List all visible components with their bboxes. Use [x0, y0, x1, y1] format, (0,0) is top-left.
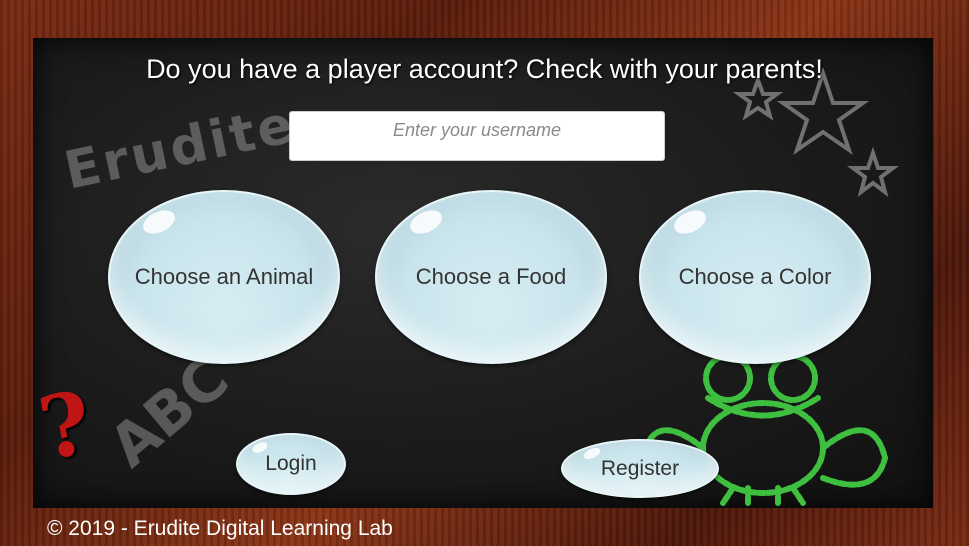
choose-color-label: Choose a Color — [678, 264, 832, 289]
choose-food-button[interactable]: Choose a Food — [375, 190, 607, 364]
page-title: Do you have a player account? Check with… — [146, 54, 823, 84]
choose-food-label: Choose a Food — [415, 264, 567, 289]
choose-animal-label: Choose an Animal — [134, 264, 314, 289]
chalk-abc-text: ABC — [96, 343, 242, 481]
chalk-stars-icon — [732, 68, 899, 198]
help-question-icon[interactable]: ? — [32, 372, 117, 480]
register-label: Register — [600, 456, 680, 480]
chalk-erudite-text: Erudite — [59, 94, 302, 202]
login-label: Login — [265, 452, 317, 475]
username-input[interactable] — [290, 112, 664, 160]
register-button[interactable]: Register — [561, 439, 719, 498]
login-button[interactable]: Login — [236, 433, 346, 495]
choose-animal-button[interactable]: Choose an Animal — [108, 190, 340, 364]
username-field-wrapper — [289, 111, 665, 161]
choose-color-button[interactable]: Choose a Color — [639, 190, 871, 364]
footer-copyright: © 2019 - Erudite Digital Learning Lab — [47, 517, 393, 540]
